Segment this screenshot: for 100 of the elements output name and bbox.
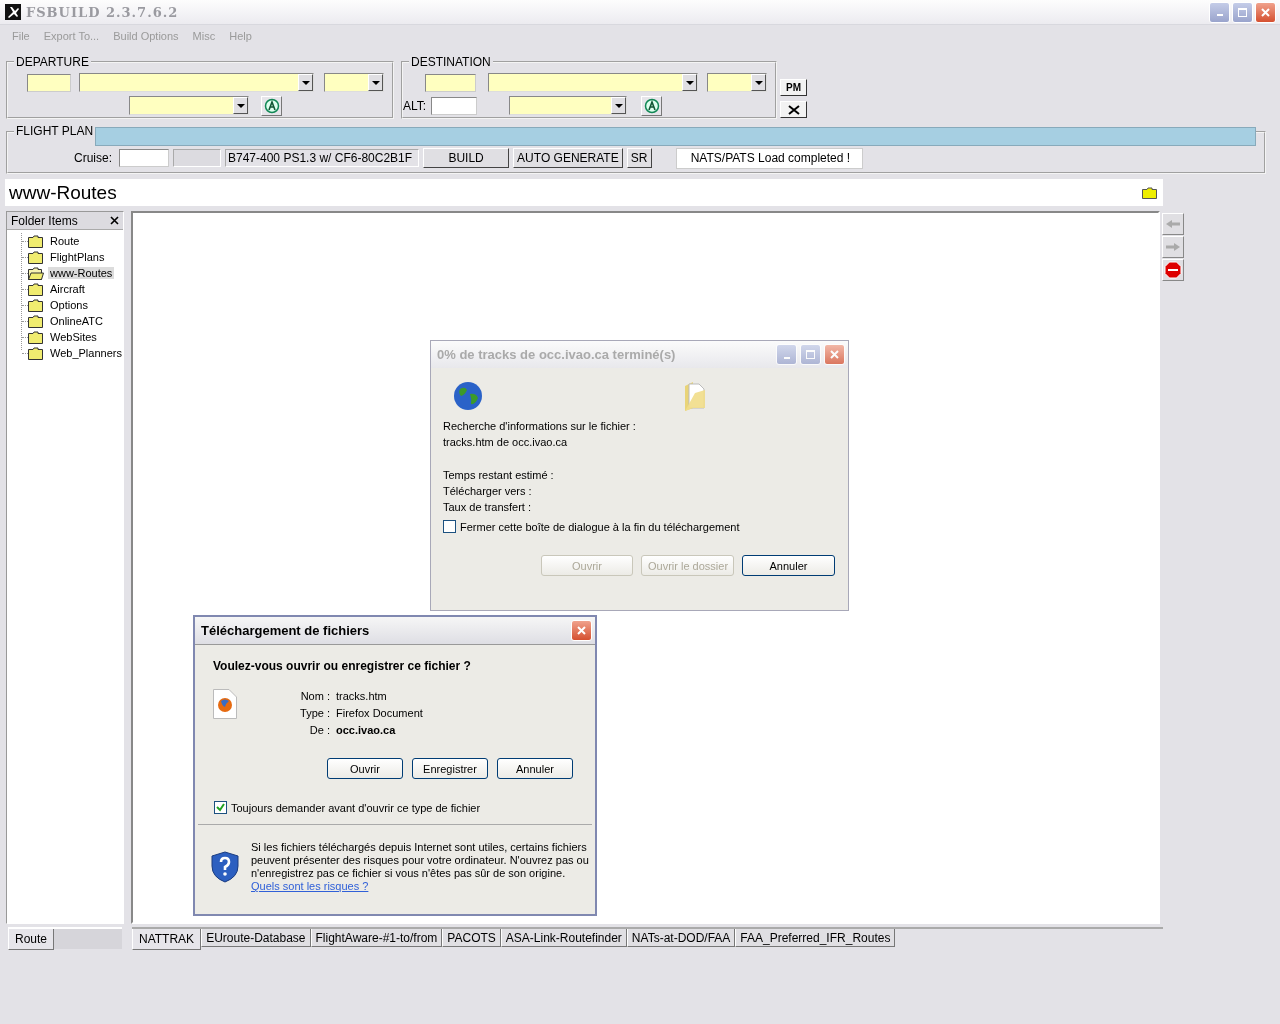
dropdown[interactable]	[509, 96, 627, 115]
folder-icon	[28, 346, 44, 360]
tree-item[interactable]: Route	[48, 235, 82, 247]
dropdown[interactable]	[488, 73, 698, 92]
dropdown[interactable]	[707, 73, 767, 92]
aircraft-field: B747-400 PS1.3 w/ CF6-80C2B1F	[225, 149, 420, 167]
group-label: DESTINATION	[410, 55, 492, 69]
folder-icon	[28, 282, 44, 296]
input-field[interactable]	[425, 73, 476, 92]
tree-item[interactable]: Aircraft	[48, 283, 87, 295]
tree-item[interactable]: OnlineATC	[48, 315, 105, 327]
tab[interactable]: Route	[8, 929, 55, 950]
dialog-question: Voulez-vous ouvrir ou enregistrer ce fichier ?	[213, 659, 472, 673]
detail-label: Taux de transfert :	[443, 500, 533, 515]
group-label: DEPARTURE	[15, 55, 90, 69]
folder-icon[interactable]	[1142, 186, 1157, 199]
left-arrow-icon	[1165, 219, 1181, 229]
dropdown[interactable]	[79, 73, 314, 92]
tree-item[interactable]: Web_Planners	[48, 347, 124, 359]
field-value: Firefox Document	[336, 707, 423, 719]
altitude-field[interactable]	[431, 96, 477, 115]
dialog-title: Téléchargement de fichiers	[201, 623, 370, 638]
caret-icon	[685, 80, 694, 85]
back-button[interactable]	[1162, 213, 1184, 235]
caret-icon	[371, 80, 380, 85]
checkbox-label: Fermer cette boîte de dialogue à la fin du téléchargement	[460, 520, 740, 533]
toolbar-button[interactable]: AUTO GENERATE	[513, 148, 623, 168]
close-button[interactable]	[571, 620, 592, 641]
minimize-icon	[783, 356, 790, 359]
shield-icon	[211, 851, 239, 883]
tab[interactable]: FAA_Preferred_IFR_Routes	[735, 929, 896, 947]
altitude-label: ALT:	[403, 98, 428, 113]
cross-icon	[786, 104, 801, 115]
close-icon	[830, 350, 839, 359]
field-value: occ.ivao.ca	[336, 724, 397, 736]
tab[interactable]: FlightAware-#1-to/from	[310, 929, 443, 947]
tree-item[interactable]: FlightPlans	[48, 251, 107, 263]
warning-text: Si les fichiers téléchargés depuis Internet sont utiles, certains fichiers peuvent présenter des risques pour votre ordinateur. N'ouvrez pas ou n'enregistrez pas ce fichier si vous n'êtes pas sûr de son origine. Quels sont les risques ?	[251, 841, 590, 893]
airport-search-button[interactable]	[261, 95, 282, 116]
checkbox[interactable]	[443, 520, 456, 533]
checkbox-label: Toujours demander avant d'ouvrir ce type de fichier	[231, 801, 481, 814]
dialog-title: 0% de tracks de occ.ivao.ca terminé(s)	[437, 347, 676, 362]
stop-sign-icon	[1164, 261, 1182, 279]
tab[interactable]: PACOTS	[442, 929, 501, 947]
field-label: Type :	[299, 707, 330, 719]
dialog-button[interactable]: Ouvrir	[327, 758, 403, 779]
tab[interactable]: NATs-at-DOD/FAA	[626, 929, 736, 947]
field-label: Nom :	[299, 690, 330, 702]
folder-icon	[28, 250, 44, 264]
input-field[interactable]	[27, 73, 71, 92]
info-text: Recherche d'informations sur le fichier :	[443, 419, 637, 434]
close-icon	[577, 626, 586, 635]
maximize-button[interactable]	[1232, 1, 1253, 23]
page-title: www-Routes	[9, 181, 117, 204]
field-label: De :	[308, 724, 330, 736]
globe-icon	[453, 381, 483, 411]
toolbar-button[interactable]: SR	[626, 148, 652, 168]
folder-icon	[28, 234, 44, 248]
dialog-button[interactable]: Annuler	[497, 758, 573, 779]
maximize-icon	[1238, 7, 1247, 17]
folder-icon	[28, 314, 44, 328]
clear-button[interactable]	[780, 101, 807, 118]
folder-icon	[28, 330, 44, 344]
caret-icon	[236, 103, 245, 108]
caret-icon	[614, 103, 623, 108]
tree-item[interactable]: Options	[48, 299, 90, 311]
cruise-label: Cruise:	[73, 151, 112, 165]
maximize-icon	[806, 350, 815, 359]
dropdown[interactable]	[129, 96, 249, 115]
stop-button[interactable]	[1162, 259, 1184, 281]
minimize-button[interactable]	[1209, 1, 1230, 23]
tab[interactable]: ASA-Link-Routefinder	[500, 929, 627, 947]
status-text: NATS/PATS Load completed !	[675, 147, 864, 169]
close-icon[interactable]	[110, 216, 119, 225]
field-value: tracks.htm	[336, 690, 388, 702]
tab[interactable]: EUroute-Database	[201, 929, 311, 947]
tree-item[interactable]: WebSites	[48, 331, 99, 343]
dialog-button[interactable]: Annuler	[742, 555, 835, 576]
minimize-icon	[1216, 14, 1223, 16]
dialog-button[interactable]: Enregistrer	[412, 758, 488, 779]
tree-item[interactable]: www-Routes	[48, 267, 115, 279]
toolbar-button[interactable]: BUILD	[423, 148, 510, 168]
folder-icon	[683, 380, 707, 412]
close-icon	[1261, 7, 1270, 17]
info-text: tracks.htm de occ.ivao.ca	[443, 435, 569, 450]
checkbox[interactable]	[214, 801, 227, 814]
readonly-field	[173, 149, 221, 167]
right-arrow-icon	[1165, 242, 1181, 252]
dropdown[interactable]	[324, 73, 384, 92]
forward-button[interactable]	[1162, 236, 1184, 258]
tab[interactable]: NATTRAK	[132, 929, 202, 950]
pm-button[interactable]: PM	[780, 79, 807, 96]
detail-label: Télécharger vers :	[443, 484, 533, 499]
cruise-field[interactable]	[119, 149, 169, 167]
close-button[interactable]	[1255, 1, 1276, 23]
group-label: FLIGHT PLAN	[14, 124, 96, 138]
risks-link[interactable]: Quels sont les risques ?	[251, 880, 369, 892]
caret-icon	[301, 80, 310, 85]
detail-label: Temps restant estimé :	[443, 468, 555, 483]
airport-search-button[interactable]	[641, 95, 662, 116]
